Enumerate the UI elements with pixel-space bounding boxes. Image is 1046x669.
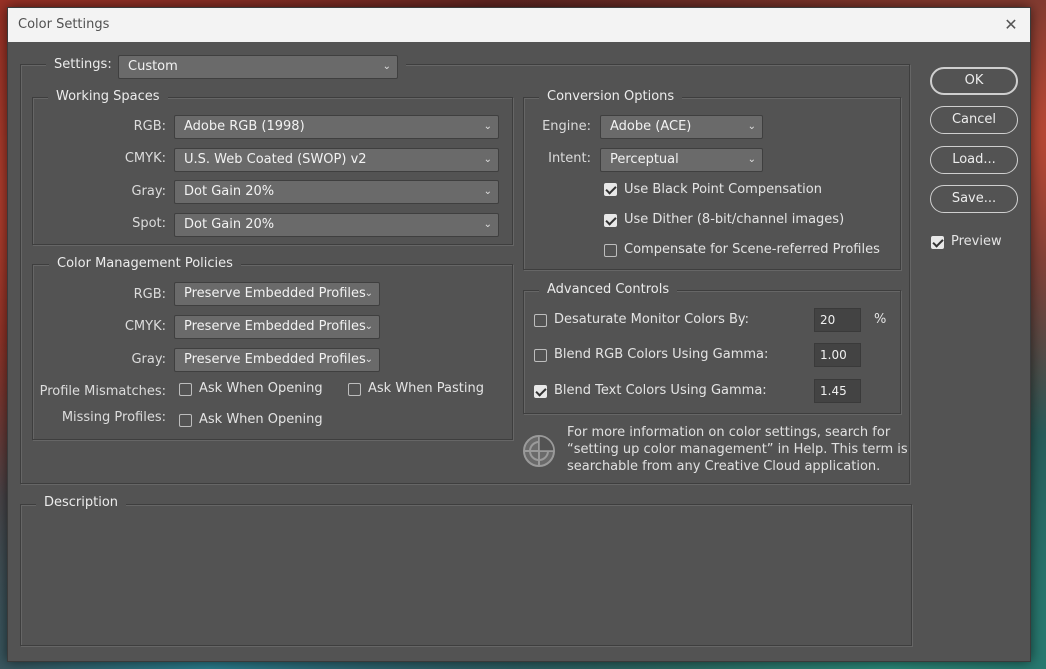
ws-gray-value: Dot Gain 20%: [184, 184, 275, 199]
mismatch-ask-opening-label[interactable]: Ask When Opening: [199, 381, 323, 396]
close-icon[interactable]: ✕: [1000, 14, 1022, 36]
ok-button[interactable]: OK: [930, 67, 1018, 95]
pol-cmyk-label: CMYK:: [124, 319, 166, 334]
ws-cmyk-label: CMYK:: [124, 151, 166, 166]
title-bar: Color Settings ✕: [8, 8, 1030, 42]
missing-profiles-label: Missing Profiles:: [61, 410, 166, 425]
pol-cmyk-value: Preserve Embedded Profiles: [184, 319, 366, 334]
ws-cmyk-select[interactable]: U.S. Web Coated (SWOP) v2 ⌄: [174, 148, 499, 172]
pol-gray-label: Gray:: [131, 352, 166, 367]
chevron-down-icon: ⌄: [364, 321, 373, 332]
profile-mismatches-label: Profile Mismatches:: [39, 384, 166, 399]
engine-label: Engine:: [542, 119, 591, 134]
scene-referred-checkbox[interactable]: [604, 244, 617, 257]
desaturate-checkbox[interactable]: [534, 314, 547, 327]
settings-label: Settings:: [54, 57, 112, 72]
ws-spot-label: Spot:: [132, 216, 166, 231]
chevron-down-icon: ⌄: [483, 154, 492, 165]
intent-select[interactable]: Perceptual ⌄: [600, 148, 763, 172]
description-title: Description: [36, 495, 127, 510]
mismatch-ask-opening-checkbox[interactable]: [179, 383, 192, 396]
black-point-label[interactable]: Use Black Point Compensation: [624, 182, 822, 197]
ws-cmyk-value: U.S. Web Coated (SWOP) v2: [184, 152, 367, 167]
settings-value: Custom: [128, 59, 178, 74]
blend-rgb-input[interactable]: 1.00: [814, 343, 861, 367]
advanced-title: Advanced Controls: [539, 282, 678, 297]
conversion-title: Conversion Options: [539, 89, 683, 104]
ws-rgb-value: Adobe RGB (1998): [184, 119, 305, 134]
engine-select[interactable]: Adobe (ACE) ⌄: [600, 115, 763, 139]
intent-value: Perceptual: [610, 152, 679, 167]
desaturate-input[interactable]: 20: [814, 308, 861, 332]
pol-rgb-select[interactable]: Preserve Embedded Profiles ⌄: [174, 282, 380, 306]
chevron-down-icon: ⌄: [364, 288, 373, 299]
info-text: For more information on color settings, …: [567, 424, 908, 475]
blend-text-input[interactable]: 1.45: [814, 379, 861, 403]
missing-ask-opening-checkbox[interactable]: [179, 414, 192, 427]
color-settings-dialog: Color Settings ✕ Settings: Custom ⌄ Work…: [7, 7, 1031, 662]
ws-rgb-label: RGB:: [133, 119, 166, 134]
chevron-down-icon: ⌄: [483, 186, 492, 197]
info-line-2: “setting up color management” in Help. T…: [567, 442, 908, 457]
chevron-down-icon: ⌄: [382, 61, 391, 72]
ws-gray-label: Gray:: [131, 184, 166, 199]
black-point-checkbox[interactable]: [604, 183, 617, 196]
intent-label: Intent:: [548, 151, 591, 166]
pol-rgb-value: Preserve Embedded Profiles: [184, 286, 366, 301]
mismatch-ask-pasting-checkbox[interactable]: [348, 383, 361, 396]
load-button[interactable]: Load...: [930, 146, 1018, 174]
preview-checkbox[interactable]: [931, 236, 944, 249]
save-button[interactable]: Save...: [930, 185, 1018, 213]
chevron-down-icon: ⌄: [364, 354, 373, 365]
desaturate-unit: %: [874, 312, 887, 327]
blend-text-checkbox[interactable]: [534, 385, 547, 398]
blend-rgb-label[interactable]: Blend RGB Colors Using Gamma:: [554, 347, 768, 362]
pol-rgb-label: RGB:: [133, 287, 166, 302]
ws-rgb-select[interactable]: Adobe RGB (1998) ⌄: [174, 115, 499, 139]
info-line-3: searchable from any Creative Cloud appli…: [567, 459, 881, 474]
chevron-down-icon: ⌄: [747, 121, 756, 132]
settings-select[interactable]: Custom ⌄: [118, 55, 398, 79]
chevron-down-icon: ⌄: [483, 219, 492, 230]
desaturate-label[interactable]: Desaturate Monitor Colors By:: [554, 312, 749, 327]
preview-label[interactable]: Preview: [951, 234, 1002, 249]
chevron-down-icon: ⌄: [483, 121, 492, 132]
pol-cmyk-select[interactable]: Preserve Embedded Profiles ⌄: [174, 315, 380, 339]
engine-value: Adobe (ACE): [610, 119, 692, 134]
window-title: Color Settings: [18, 17, 110, 32]
ws-spot-value: Dot Gain 20%: [184, 217, 275, 232]
info-line-1: For more information on color settings, …: [567, 425, 891, 440]
dither-checkbox[interactable]: [604, 214, 617, 227]
description-group: [20, 504, 912, 646]
color-wheel-icon: [522, 434, 556, 468]
mismatch-ask-pasting-label[interactable]: Ask When Pasting: [368, 381, 484, 396]
chevron-down-icon: ⌄: [747, 154, 756, 165]
policies-title: Color Management Policies: [49, 256, 241, 271]
working-spaces-title: Working Spaces: [48, 89, 168, 104]
cancel-button[interactable]: Cancel: [930, 106, 1018, 134]
pol-gray-select[interactable]: Preserve Embedded Profiles ⌄: [174, 348, 380, 372]
scene-referred-label[interactable]: Compensate for Scene-referred Profiles: [624, 242, 880, 257]
blend-rgb-checkbox[interactable]: [534, 349, 547, 362]
ws-spot-select[interactable]: Dot Gain 20% ⌄: [174, 213, 499, 237]
dither-label[interactable]: Use Dither (8-bit/channel images): [624, 212, 844, 227]
blend-text-label[interactable]: Blend Text Colors Using Gamma:: [554, 383, 767, 398]
ws-gray-select[interactable]: Dot Gain 20% ⌄: [174, 180, 499, 204]
missing-ask-opening-label[interactable]: Ask When Opening: [199, 412, 323, 427]
pol-gray-value: Preserve Embedded Profiles: [184, 352, 366, 367]
